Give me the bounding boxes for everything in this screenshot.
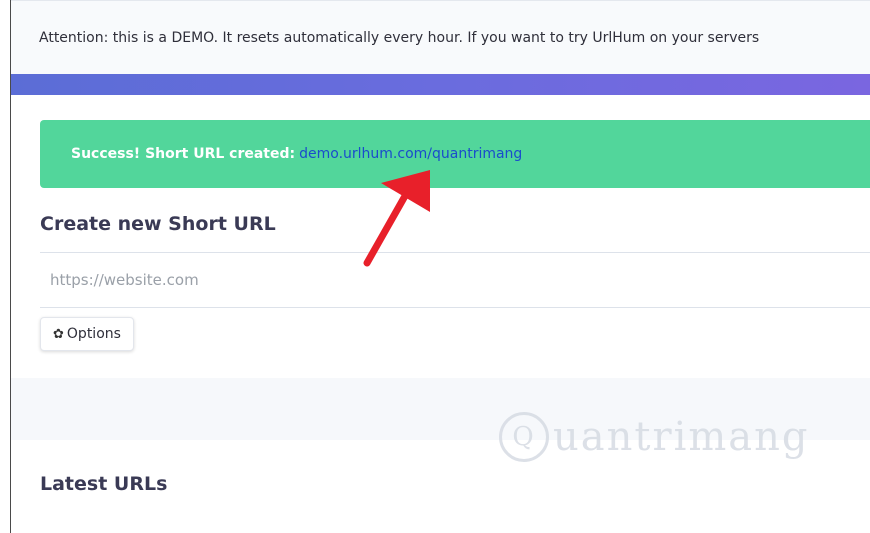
red-arrow-annotation [363,170,430,267]
